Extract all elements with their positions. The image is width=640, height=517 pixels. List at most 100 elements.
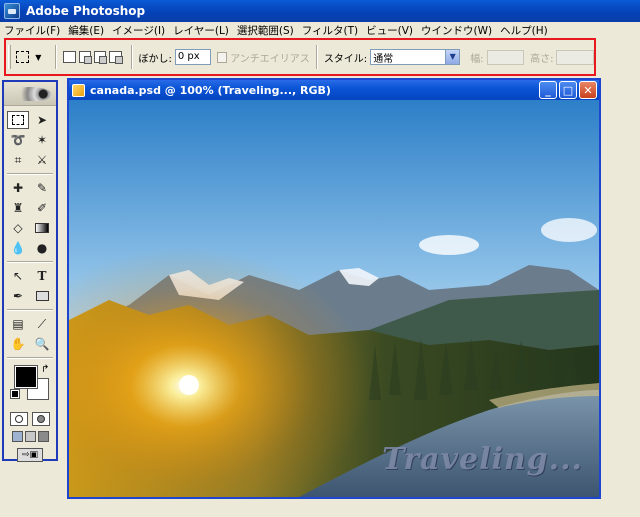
history-brush-icon: ✐ bbox=[36, 201, 48, 215]
rect-marquee-preset-icon[interactable] bbox=[16, 51, 30, 63]
menu-window[interactable]: ウインドウ(W) bbox=[421, 23, 492, 38]
menu-image[interactable]: イメージ(I) bbox=[112, 23, 165, 38]
slice-knife-icon: ⚔ bbox=[36, 153, 48, 167]
healing-brush-tool[interactable]: ✚ bbox=[7, 179, 29, 197]
landscape-image bbox=[69, 100, 599, 497]
app-titlebar: Adobe Photoshop bbox=[0, 0, 640, 22]
adobe-feather-icon bbox=[8, 87, 52, 101]
dodge-icon: ● bbox=[36, 241, 48, 255]
gradient-icon bbox=[35, 223, 49, 233]
hand-tool[interactable]: ✋ bbox=[7, 335, 29, 353]
brush-tool[interactable]: ✎ bbox=[31, 179, 53, 197]
color-swatches: ↱ bbox=[7, 362, 53, 408]
watermark-text: Traveling... bbox=[382, 442, 583, 477]
preset-dropdown-arrow-icon[interactable]: ▼ bbox=[35, 53, 41, 62]
zoom-tool[interactable]: 🔍 bbox=[31, 335, 53, 353]
width-label: 幅: bbox=[470, 53, 484, 65]
history-brush-tool[interactable]: ✐ bbox=[31, 199, 53, 217]
dodge-tool[interactable]: ● bbox=[31, 239, 53, 257]
gradient-tool[interactable] bbox=[31, 219, 53, 237]
foreground-color-swatch[interactable] bbox=[14, 365, 38, 389]
move-arrow-icon: ➤ bbox=[36, 113, 48, 127]
menu-edit[interactable]: 編集(E) bbox=[68, 23, 104, 38]
chevron-down-icon[interactable]: ▼ bbox=[445, 50, 460, 64]
water-drop-icon: 💧 bbox=[10, 241, 26, 255]
menu-view[interactable]: ビュー(V) bbox=[366, 23, 413, 38]
feather-input[interactable]: 0 px bbox=[174, 49, 211, 65]
menu-help[interactable]: ヘルプ(H) bbox=[500, 23, 548, 38]
eyedropper-icon: ⟋ bbox=[37, 317, 47, 331]
path-arrow-icon: ↖ bbox=[12, 269, 24, 283]
menu-select[interactable]: 選択範囲(S) bbox=[237, 23, 294, 38]
bandage-icon: ✚ bbox=[12, 181, 24, 195]
add-to-selection-button[interactable] bbox=[78, 51, 93, 64]
menu-layer[interactable]: レイヤー(L) bbox=[173, 23, 229, 38]
document-title: canada.psd @ 100% (Traveling..., RGB) bbox=[90, 83, 331, 97]
close-button[interactable]: ✕ bbox=[579, 81, 597, 99]
options-bar: ▼ ぼかし: 0 px アンチエイリアス スタイル: 通常 ▼ 幅: 高さ: bbox=[4, 38, 596, 76]
antialias-checkbox[interactable] bbox=[216, 51, 228, 63]
magnifier-icon: 🔍 bbox=[34, 337, 50, 351]
minimize-icon: _ bbox=[545, 83, 551, 97]
options-bar-grip[interactable] bbox=[8, 45, 11, 69]
new-selection-button[interactable] bbox=[63, 51, 76, 63]
blur-tool[interactable]: 💧 bbox=[7, 239, 29, 257]
shape-tool[interactable] bbox=[31, 287, 53, 305]
lasso-tool[interactable]: ➰ bbox=[7, 131, 29, 149]
width-input[interactable] bbox=[486, 49, 525, 65]
photoshop-app-icon bbox=[4, 3, 20, 19]
eraser-tool[interactable]: ◇ bbox=[7, 219, 29, 237]
close-icon: ✕ bbox=[583, 83, 593, 97]
notes-tool[interactable]: ▤ bbox=[7, 315, 29, 333]
lasso-icon: ➰ bbox=[10, 133, 26, 147]
standard-mode-button[interactable] bbox=[10, 412, 28, 426]
path-selection-tool[interactable]: ↖ bbox=[7, 267, 29, 285]
options-separator bbox=[55, 45, 58, 69]
options-separator bbox=[130, 45, 133, 69]
image-canvas[interactable]: Traveling... bbox=[69, 100, 599, 497]
style-label: スタイル: bbox=[323, 53, 368, 65]
eraser-icon: ◇ bbox=[13, 221, 23, 235]
style-select[interactable]: 通常 ▼ bbox=[370, 49, 461, 65]
standard-screen-mode-button[interactable] bbox=[11, 431, 23, 442]
magic-wand-tool[interactable]: ✶ bbox=[31, 131, 53, 149]
move-tool[interactable]: ➤ bbox=[31, 111, 53, 129]
intersect-selection-button[interactable] bbox=[109, 51, 123, 64]
imageready-icon: ⇨▣ bbox=[21, 450, 39, 460]
toolbox-header[interactable] bbox=[4, 82, 56, 106]
document-icon bbox=[72, 83, 85, 97]
maximize-icon: □ bbox=[562, 83, 574, 97]
default-colors-icon[interactable] bbox=[10, 389, 20, 399]
maximize-button[interactable]: □ bbox=[559, 81, 577, 99]
clone-stamp-tool[interactable]: ♜ bbox=[7, 199, 29, 217]
swap-colors-icon[interactable]: ↱ bbox=[41, 364, 49, 375]
minimize-button[interactable]: _ bbox=[539, 81, 557, 99]
menu-file[interactable]: ファイル(F) bbox=[4, 23, 60, 38]
full-screen-mode-button[interactable] bbox=[37, 431, 49, 442]
magic-wand-icon: ✶ bbox=[36, 133, 48, 147]
crop-tool[interactable]: ⌗ bbox=[7, 151, 29, 169]
quick-mask-icon bbox=[37, 415, 45, 423]
pen-tool[interactable]: ✒ bbox=[7, 287, 29, 305]
crop-icon: ⌗ bbox=[14, 153, 22, 167]
marquee-icon bbox=[12, 115, 24, 125]
rectangle-shape-icon bbox=[35, 291, 49, 301]
document-titlebar[interactable]: canada.psd @ 100% (Traveling..., RGB) _ … bbox=[69, 80, 599, 100]
height-input[interactable] bbox=[556, 49, 594, 65]
standard-mode-icon bbox=[15, 415, 23, 423]
menubar: ファイル(F) 編集(E) イメージ(I) レイヤー(L) 選択範囲(S) フィ… bbox=[0, 22, 640, 39]
jump-to-imageready-button[interactable]: ⇨▣ bbox=[17, 448, 43, 462]
antialias-label: アンチエイリアス bbox=[230, 53, 310, 65]
note-icon: ▤ bbox=[12, 317, 24, 331]
subtract-from-selection-button[interactable] bbox=[93, 51, 108, 64]
document-window: canada.psd @ 100% (Traveling..., RGB) _ … bbox=[67, 78, 601, 499]
pen-nib-icon: ✒ bbox=[12, 289, 24, 303]
slice-tool[interactable]: ⚔ bbox=[31, 151, 53, 169]
rect-marquee-tool[interactable] bbox=[7, 111, 29, 129]
type-tool[interactable]: T bbox=[31, 267, 53, 285]
eyedropper-tool[interactable]: ⟋ bbox=[31, 315, 53, 333]
full-screen-menu-mode-button[interactable] bbox=[24, 431, 36, 442]
quick-mask-mode-button[interactable] bbox=[32, 412, 50, 426]
menu-filter[interactable]: フィルタ(T) bbox=[302, 23, 358, 38]
type-t-icon: T bbox=[37, 269, 47, 283]
